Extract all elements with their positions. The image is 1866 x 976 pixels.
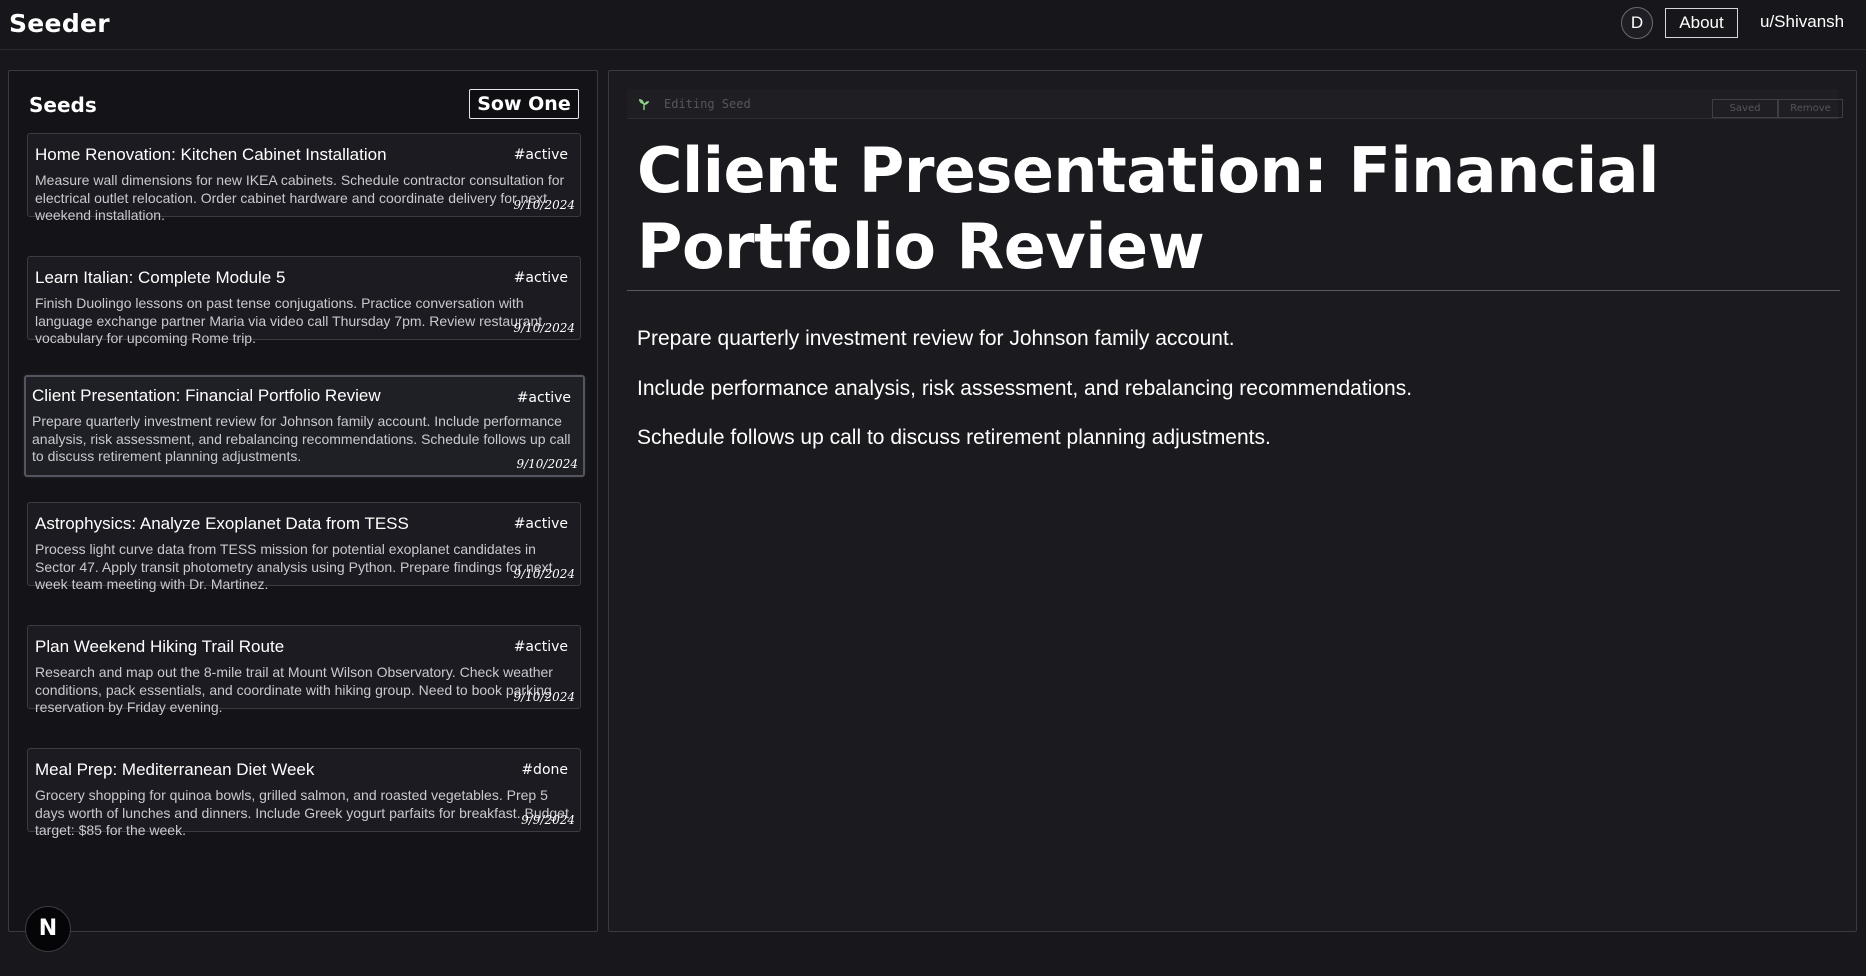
saved-button[interactable]: Saved — [1712, 99, 1778, 118]
seed-title: Astrophysics: Analyze Exoplanet Data fro… — [35, 514, 409, 533]
editor-panel: Editing Seed Saved Remove Client Present… — [608, 70, 1857, 932]
top-bar: Seeder D About u/Shivansh — [0, 0, 1866, 50]
nextjs-dev-badge[interactable]: N — [25, 906, 71, 952]
seed-description: Measure wall dimensions for new IKEA cab… — [35, 172, 565, 223]
seed-description: Process light curve data from TESS missi… — [35, 541, 553, 592]
seed-description: Prepare quarterly investment review for … — [32, 413, 571, 464]
seed-card[interactable]: Learn Italian: Complete Module 5 #active… — [27, 256, 581, 346]
seed-description: Grocery shopping for quinoa bowls, grill… — [35, 787, 569, 838]
seed-date: 9/10/2024 — [513, 321, 575, 335]
editing-status-label: Editing Seed — [664, 97, 751, 111]
seed-title: Home Renovation: Kitchen Cabinet Install… — [35, 145, 387, 164]
seed-title: Client Presentation: Financial Portfolio… — [32, 386, 381, 405]
body-paragraph[interactable]: Prepare quarterly investment review for … — [637, 324, 1827, 354]
seeds-heading: Seeds — [29, 93, 97, 117]
seed-status-tag: #active — [513, 639, 568, 655]
seed-title: Learn Italian: Complete Module 5 — [35, 268, 286, 287]
seed-status-tag: #active — [516, 390, 571, 406]
seed-body-editor[interactable]: Prepare quarterly investment review for … — [637, 324, 1827, 473]
seed-description: Finish Duolingo lessons on past tense co… — [35, 295, 543, 346]
sow-one-button[interactable]: Sow One — [469, 89, 579, 119]
seeds-panel: Seeds Sow One Home Renovation: Kitchen C… — [8, 70, 598, 932]
username-link[interactable]: u/Shivansh — [1760, 12, 1844, 32]
brand-logo[interactable]: Seeder — [9, 9, 110, 38]
seed-date: 9/10/2024 — [513, 690, 575, 704]
seed-card[interactable]: Home Renovation: Kitchen Cabinet Install… — [27, 133, 581, 223]
seed-status-tag: #active — [513, 147, 568, 163]
remove-button[interactable]: Remove — [1778, 99, 1843, 118]
seed-status-tag: #active — [513, 516, 568, 532]
body-paragraph[interactable]: Include performance analysis, risk asses… — [637, 374, 1827, 404]
seed-title: Plan Weekend Hiking Trail Route — [35, 637, 285, 656]
title-divider — [627, 290, 1840, 291]
editor-toolbar: Editing Seed Saved Remove — [627, 89, 1843, 119]
seed-card-selected[interactable]: Client Presentation: Financial Portfolio… — [24, 375, 585, 477]
seed-title-heading[interactable]: Client Presentation: Financial Portfolio… — [637, 133, 1827, 285]
seed-title: Meal Prep: Mediterranean Diet Week — [35, 760, 315, 779]
seed-date: 9/10/2024 — [513, 198, 575, 212]
user-avatar[interactable]: D — [1621, 7, 1653, 39]
seed-status-tag: #done — [521, 762, 568, 778]
seed-card[interactable]: Plan Weekend Hiking Trail Route #active … — [27, 625, 581, 715]
body-paragraph[interactable]: Schedule follows up call to discuss reti… — [637, 423, 1827, 453]
seed-status-tag: #active — [513, 270, 568, 286]
seed-date: 9/10/2024 — [516, 457, 578, 471]
about-button[interactable]: About — [1665, 8, 1738, 38]
sprout-icon — [639, 99, 649, 110]
seed-date: 9/10/2024 — [513, 567, 575, 581]
seed-date: 9/9/2024 — [521, 813, 575, 827]
seed-card[interactable]: Meal Prep: Mediterranean Diet Week #done… — [27, 748, 581, 838]
seed-description: Research and map out the 8-mile trail at… — [35, 664, 553, 715]
seed-card[interactable]: Astrophysics: Analyze Exoplanet Data fro… — [27, 502, 581, 592]
